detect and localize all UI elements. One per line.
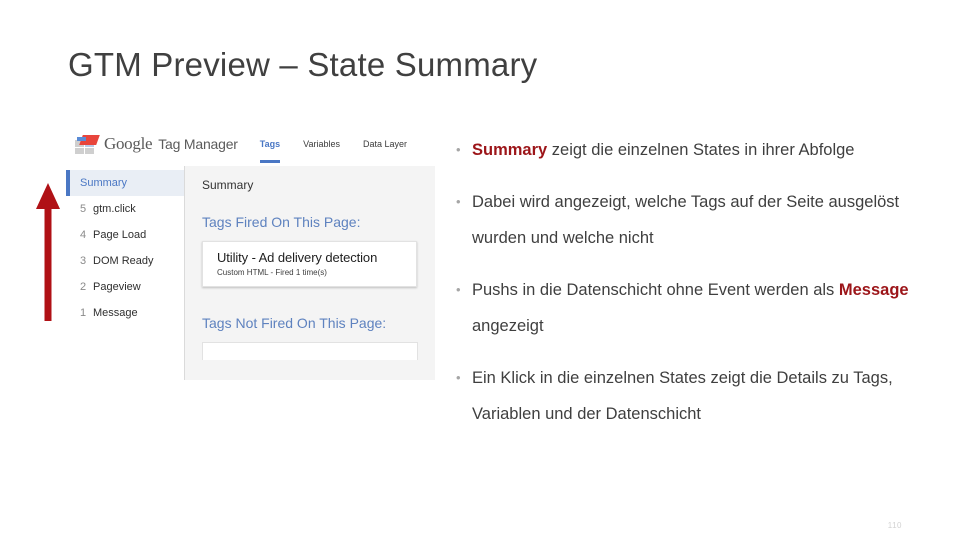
page-title: GTM Preview – State Summary [68,46,538,83]
gtm-preview-screenshot: Google Tag Manager Tags Variables Data L… [66,122,435,380]
sidebar-item-summary[interactable]: Summary [66,170,184,196]
google-tag-manager-logo-icon [75,134,100,154]
bullet-emphasis: Summary [472,141,548,159]
sidebar-item-label: DOM Ready [93,255,154,267]
bullet-emphasis: Message [838,281,909,299]
tag-meta: Custom HTML - Fired 1 time(s) [217,268,327,277]
sidebar-item-label: Message [93,307,138,319]
page-number: 110 [887,521,902,530]
bullet-marker-icon: • [456,194,461,209]
bullet-list: • Summary zeigt die einzelnen States in … [452,132,922,448]
list-item: • Ein Klick in die einzelnen States zeig… [452,360,922,432]
sidebar-item-gtm-click[interactable]: 5 gtm.click [66,196,184,222]
tab-variables[interactable]: Variables [303,122,340,166]
tags-fired-heading: Tags Fired On This Page: [202,214,361,230]
product-name-label: Tag Manager [158,136,238,152]
bullet-plain: Pushs in die Datenschicht ohne Event wer… [472,281,839,299]
sidebar-item-page-load[interactable]: 4 Page Load [66,222,184,248]
red-up-arrow-annotation [36,183,60,321]
bullet-text: Ein Klick in die einzelnen States zeigt … [472,360,922,432]
gtm-main-panel: Summary Tags Fired On This Page: Utility… [185,166,435,380]
state-list-sidebar: Summary 5 gtm.click 4 Page Load 3 DOM Re… [66,166,185,380]
bullet-plain: angezeigt [472,317,544,335]
state-index: 2 [80,281,87,293]
sidebar-item-label: gtm.click [93,203,136,215]
bullet-text: Pushs in die Datenschicht ohne Event wer… [472,272,922,344]
tags-not-fired-heading: Tags Not Fired On This Page: [202,315,387,331]
tab-data-layer[interactable]: Data Layer [363,122,407,166]
bullet-text: Summary zeigt die einzelnen States in ih… [472,132,922,168]
bullet-marker-icon: • [456,282,461,297]
state-index: 5 [80,203,87,215]
bullet-plain: zeigt die einzelnen States in ihrer Abfo… [547,141,855,159]
gtm-header-bar: Google Tag Manager Tags Variables Data L… [66,122,435,166]
bullet-marker-icon: • [456,142,461,157]
fired-tag-card[interactable]: Utility - Ad delivery detection Custom H… [202,241,417,287]
sidebar-item-label: Page Load [93,229,147,241]
bullet-plain: Ein Klick in die einzelnen States zeigt … [472,369,893,423]
gtm-body: Summary 5 gtm.click 4 Page Load 3 DOM Re… [66,166,435,380]
sidebar-item-dom-ready[interactable]: 3 DOM Ready [66,248,184,274]
main-panel-title: Summary [202,178,254,192]
list-item: • Dabei wird angezeigt, welche Tags auf … [452,184,922,256]
google-wordmark: Google [104,134,153,153]
sidebar-item-label: Pageview [93,281,141,293]
list-item: • Pushs in die Datenschicht ohne Event w… [452,272,922,344]
state-index: 3 [80,255,87,267]
bullet-text: Dabei wird angezeigt, welche Tags auf de… [472,184,922,256]
list-item: • Summary zeigt die einzelnen States in … [452,132,922,168]
gtm-tab-bar: Tags Variables Data Layer [259,122,430,166]
state-index: 1 [80,307,87,319]
state-index: 4 [80,229,87,241]
sidebar-item-label: Summary [80,177,128,189]
sidebar-item-pageview[interactable]: 2 Pageview [66,274,184,300]
bullet-marker-icon: • [456,370,461,385]
not-fired-tag-card-partial[interactable] [202,342,418,360]
bullet-plain: Dabei wird angezeigt, welche Tags auf de… [472,193,900,247]
tab-tags[interactable]: Tags [259,122,281,166]
sidebar-item-message[interactable]: 1 Message [66,300,184,326]
tag-name: Utility - Ad delivery detection [217,250,378,265]
